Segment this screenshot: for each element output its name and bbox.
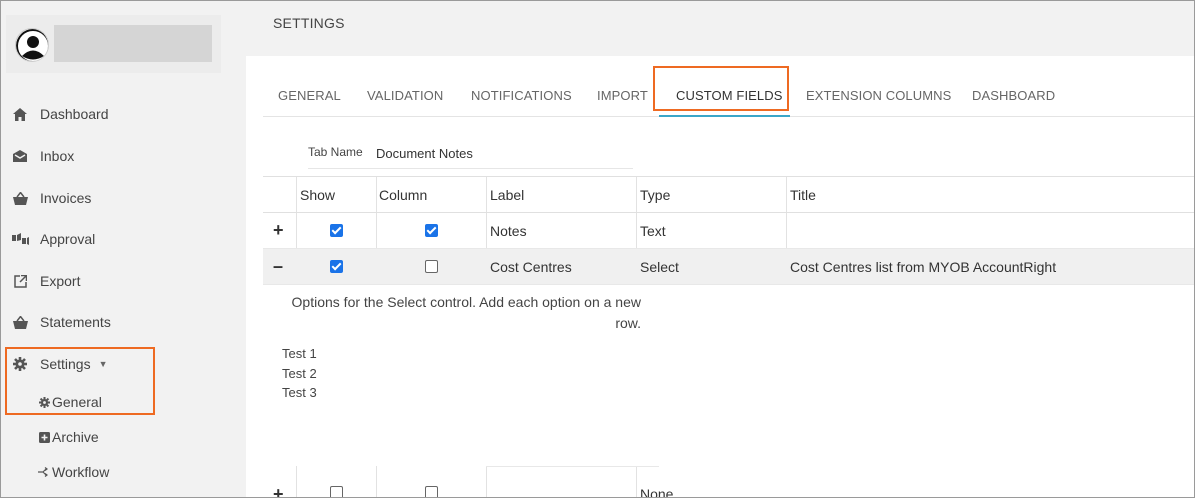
show-checkbox[interactable] — [330, 485, 343, 497]
tab-name-field-row: Tab Name — [308, 145, 633, 169]
username-placeholder — [54, 25, 212, 62]
sidebar-item-approval[interactable]: Approval — [11, 227, 95, 251]
active-tab-indicator — [659, 115, 790, 117]
basket-icon — [11, 313, 29, 331]
column-header-show[interactable]: Show — [300, 177, 335, 212]
options-help-line: row. — [615, 315, 641, 331]
column-checkbox[interactable] — [425, 224, 438, 237]
tab-extension-columns[interactable]: EXTENSION COLUMNS — [806, 88, 951, 103]
approval-icon — [11, 230, 29, 248]
home-icon — [11, 105, 29, 123]
tab-import[interactable]: IMPORT — [597, 88, 648, 103]
sidebar-subitem-archive[interactable]: Archive — [38, 427, 99, 447]
highlight-box-settings — [5, 347, 155, 415]
sidebar-subitem-workflow[interactable]: Workflow — [38, 462, 109, 482]
field-label[interactable]: Notes — [490, 213, 527, 248]
avatar — [15, 28, 49, 62]
sidebar-item-label: Export — [40, 273, 81, 289]
sidebar-subitem-label: Workflow — [52, 464, 110, 480]
field-type[interactable]: Text — [640, 213, 666, 248]
column-header-type[interactable]: Type — [640, 177, 670, 212]
sidebar-item-dashboard[interactable]: Dashboard — [11, 102, 109, 126]
show-checkbox[interactable] — [330, 224, 343, 237]
tab-dashboard[interactable]: DASHBOARD — [972, 88, 1055, 103]
options-help-text: Options for the Select control. Add each… — [286, 292, 641, 334]
inbox-icon — [11, 147, 29, 165]
show-checkbox-cell — [330, 472, 343, 497]
user-profile[interactable] — [6, 15, 221, 73]
column-checkbox-cell — [425, 213, 438, 248]
basket-icon — [11, 189, 29, 207]
select-options-panel: Options for the Select control. Add each… — [246, 286, 1179, 466]
tab-general[interactable]: GENERAL — [278, 88, 341, 103]
page-header: SETTINGS — [246, 1, 1194, 56]
show-checkbox-cell — [330, 249, 343, 284]
expand-row-button[interactable]: + — [273, 474, 284, 498]
show-checkbox[interactable] — [330, 260, 343, 273]
sidebar-item-invoices[interactable]: Invoices — [11, 186, 91, 210]
table-row: + Notes Text — [263, 213, 1194, 249]
grid-header: Show Column Label Type Title — [263, 176, 1194, 213]
expand-row-button[interactable]: + — [273, 213, 284, 248]
show-checkbox-cell — [330, 213, 343, 248]
archive-icon — [38, 431, 50, 443]
column-checkbox-cell — [425, 472, 438, 497]
workflow-icon — [38, 466, 50, 478]
column-checkbox[interactable] — [425, 260, 438, 273]
sidebar-item-inbox[interactable]: Inbox — [11, 144, 74, 168]
tab-name-input[interactable] — [376, 146, 631, 161]
options-help-line: Options for the Select control. Add each… — [291, 294, 641, 310]
export-icon — [11, 272, 29, 290]
column-header-label[interactable]: Label — [490, 177, 524, 212]
column-header-column[interactable]: Column — [379, 177, 427, 212]
option-value: Test 2 — [282, 365, 317, 381]
table-row: – Cost Centres Select Cost Centres list … — [263, 249, 1194, 285]
field-title[interactable]: Cost Centres list from MYOB AccountRight — [790, 249, 1056, 284]
options-textarea[interactable]: Test 1 Test 2 Test 3 — [282, 344, 317, 403]
main-content: GENERAL VALIDATION NOTIFICATIONS IMPORT … — [246, 56, 1194, 498]
option-value: Test 1 — [282, 346, 317, 361]
table-row: + None — [263, 466, 1194, 498]
field-type[interactable]: None — [640, 474, 673, 497]
field-type[interactable]: Select — [640, 249, 679, 284]
sidebar-item-label: Dashboard — [40, 106, 109, 122]
sidebar-item-label: Statements — [40, 314, 111, 330]
sidebar-item-label: Invoices — [40, 190, 92, 206]
tab-notifications[interactable]: NOTIFICATIONS — [471, 88, 572, 103]
collapse-row-button[interactable]: – — [273, 249, 283, 284]
tab-name-label: Tab Name — [308, 145, 363, 159]
column-header-title[interactable]: Title — [790, 177, 816, 212]
field-label[interactable]: Cost Centres — [490, 249, 572, 284]
sidebar: Dashboard Inbox Invoices Approval Export — [1, 1, 246, 497]
sidebar-subitem-label: Archive — [52, 429, 99, 445]
option-value: Test 3 — [282, 385, 317, 400]
sidebar-item-statements[interactable]: Statements — [11, 310, 111, 334]
sidebar-item-label: Inbox — [40, 148, 75, 164]
sidebar-item-label: Approval — [40, 231, 96, 247]
column-checkbox[interactable] — [425, 485, 438, 497]
app-window: Dashboard Inbox Invoices Approval Export — [0, 0, 1195, 498]
column-checkbox-cell — [425, 249, 438, 284]
page-title: SETTINGS — [273, 15, 345, 31]
highlight-box-custom-fields — [653, 66, 789, 111]
sidebar-item-export[interactable]: Export — [11, 269, 80, 293]
tab-validation[interactable]: VALIDATION — [367, 88, 443, 103]
